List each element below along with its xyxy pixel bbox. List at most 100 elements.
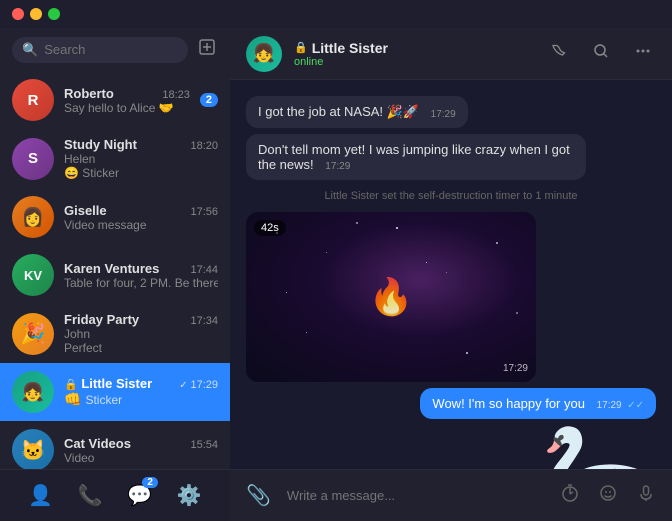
- chat-list: R Roberto 18:23 Say hello to Alice 🤝 2 S: [0, 71, 230, 469]
- chat-name-little: 🔒 Little Sister: [64, 376, 152, 391]
- chat-time-little: ✓ 17:29: [179, 379, 218, 391]
- search-header-button[interactable]: [588, 38, 614, 69]
- message-time-1: 17:29: [431, 109, 456, 120]
- chat-item-friday[interactable]: 🎉 Friday Party 17:34 John Perfect: [0, 304, 230, 363]
- more-button[interactable]: [630, 38, 656, 69]
- sidebar: 🔍 R Roberto 18:23: [0, 28, 230, 521]
- chat-item-giselle[interactable]: 👩 Giselle 17:56 Video message: [0, 188, 230, 246]
- chat-name-karen: Karen Ventures: [64, 261, 159, 276]
- titlebar: [0, 0, 672, 28]
- chat-header: 👧 🔒 Little Sister online: [230, 28, 672, 80]
- avatar-karen: KV: [12, 254, 54, 296]
- chat-time-roberto: 18:23: [162, 89, 190, 101]
- media-time: 17:29: [503, 363, 528, 374]
- chat-content-cat: Cat Videos 15:54 Video: [64, 436, 218, 465]
- chat-name-roberto: Roberto: [64, 86, 114, 101]
- chat-content-giselle: Giselle 17:56 Video message: [64, 203, 218, 232]
- message-text-1: I got the job at NASA! 🎉🚀: [258, 104, 419, 119]
- check-marks: ✓✓: [627, 400, 644, 411]
- fullscreen-button[interactable]: [48, 8, 60, 20]
- calls-button[interactable]: 📞: [72, 477, 109, 514]
- media-timer: 42s: [254, 220, 286, 236]
- timer-button[interactable]: [556, 479, 584, 512]
- chat-name-friday: Friday Party: [64, 312, 139, 327]
- app-body: 🔍 R Roberto 18:23: [0, 28, 672, 521]
- chat-item-little[interactable]: 👧 🔒 Little Sister ✓ 17:29 👊: [0, 363, 230, 421]
- message-time-2: 17:29: [325, 161, 350, 172]
- messages-area: I got the job at NASA! 🎉🚀 17:29 Don't te…: [230, 80, 672, 469]
- avatar-little: 👧: [12, 371, 54, 413]
- avatar-friday: 🎉: [12, 313, 54, 355]
- emoji-button[interactable]: [594, 479, 622, 512]
- message-time-4: 17:29: [597, 400, 622, 411]
- message-text-2: Don't tell mom yet! I was jumping like c…: [258, 142, 570, 172]
- header-actions: [546, 38, 656, 69]
- chat-content-karen: Karen Ventures 17:44 Table for four, 2 P…: [64, 261, 218, 290]
- search-input[interactable]: [44, 42, 178, 57]
- chat-name-giselle: Giselle: [64, 203, 107, 218]
- chat-header-name: 🔒 Little Sister: [294, 40, 534, 56]
- message-media: 🔥 42s 17:29: [246, 212, 536, 382]
- close-button[interactable]: [12, 8, 24, 20]
- chats-button[interactable]: 💬 2: [121, 477, 158, 514]
- compose-button[interactable]: [196, 36, 218, 63]
- chat-name-cat: Cat Videos: [64, 436, 131, 451]
- message-bubble-4: Wow! I'm so happy for you 17:29 ✓✓: [420, 388, 656, 419]
- minimize-button[interactable]: [30, 8, 42, 20]
- chat-content-study: Study Night 18:20 Helen 😄 Sticker: [64, 137, 218, 180]
- chat-input-bar: 📎: [230, 469, 672, 521]
- badge-roberto: 2: [200, 93, 218, 107]
- call-button[interactable]: [546, 38, 572, 69]
- chat-name-study: Study Night: [64, 137, 137, 152]
- sidebar-header: 🔍: [0, 28, 230, 71]
- system-message: Little Sister set the self-destruction t…: [316, 186, 585, 206]
- search-icon: 🔍: [22, 42, 38, 58]
- chat-time-giselle: 17:56: [190, 206, 218, 218]
- mic-button[interactable]: [632, 479, 660, 512]
- chat-preview-study: Helen: [64, 152, 218, 166]
- chat-preview-friday2: Perfect: [64, 341, 218, 355]
- chat-area: 👧 🔒 Little Sister online: [230, 28, 672, 521]
- chat-header-info: 🔒 Little Sister online: [294, 40, 534, 68]
- chat-content-little: 🔒 Little Sister ✓ 17:29 👊 Sticker: [64, 376, 218, 408]
- chats-badge: 2: [142, 477, 158, 488]
- message-bubble-1: I got the job at NASA! 🎉🚀 17:29: [246, 96, 468, 128]
- chat-time-cat: 15:54: [190, 439, 218, 451]
- message-4: Wow! I'm so happy for you 17:29 ✓✓: [420, 388, 656, 419]
- avatar-roberto: R: [12, 79, 54, 121]
- message-text-4: Wow! I'm so happy for you: [432, 396, 585, 411]
- right-actions: [556, 479, 660, 512]
- chat-preview-giselle: Video message: [64, 218, 218, 232]
- chat-time-study: 18:20: [190, 140, 218, 152]
- chat-preview-cat: Video: [64, 451, 218, 465]
- profile-button[interactable]: 👤: [22, 477, 59, 514]
- chat-time-friday: 17:34: [190, 315, 218, 327]
- chat-preview-friday: John: [64, 327, 218, 341]
- avatar-giselle: 👩: [12, 196, 54, 238]
- media-bubble: 🔥 42s 17:29: [246, 212, 536, 382]
- chat-content-friday: Friday Party 17:34 John Perfect: [64, 312, 218, 355]
- lock-icon: 🔒: [294, 41, 308, 54]
- chat-item-study[interactable]: S Study Night 18:20 Helen 😄 Sticker: [0, 129, 230, 188]
- chat-item-cat[interactable]: 🐱 Cat Videos 15:54 Video: [0, 421, 230, 469]
- chat-header-status: online: [294, 56, 534, 68]
- search-bar[interactable]: 🔍: [12, 37, 188, 63]
- chat-item-roberto[interactable]: R Roberto 18:23 Say hello to Alice 🤝 2: [0, 71, 230, 129]
- sticker-duck: 🦢: [536, 425, 656, 469]
- chat-time-karen: 17:44: [190, 264, 218, 276]
- message-1: I got the job at NASA! 🎉🚀 17:29: [246, 96, 468, 128]
- chat-item-karen[interactable]: KV Karen Ventures 17:44 Table for four, …: [0, 246, 230, 304]
- chat-preview-roberto: Say hello to Alice 🤝: [64, 101, 190, 115]
- message-input[interactable]: [287, 488, 544, 503]
- chat-content-roberto: Roberto 18:23 Say hello to Alice 🤝: [64, 86, 190, 115]
- sidebar-footer: 👤 📞 💬 2 ⚙️: [0, 469, 230, 521]
- settings-button[interactable]: ⚙️: [171, 477, 208, 514]
- message-2: Don't tell mom yet! I was jumping like c…: [246, 134, 586, 180]
- chat-header-avatar: 👧: [246, 36, 282, 72]
- chat-preview-karen: Table for four, 2 PM. Be there.: [64, 276, 218, 290]
- chat-preview-study2: 😄 Sticker: [64, 166, 218, 180]
- chat-preview-little: 👊 Sticker: [64, 391, 218, 408]
- fire-icon: 🔥: [369, 276, 414, 318]
- media-background: 🔥: [246, 212, 536, 382]
- attach-button[interactable]: 📎: [242, 479, 275, 512]
